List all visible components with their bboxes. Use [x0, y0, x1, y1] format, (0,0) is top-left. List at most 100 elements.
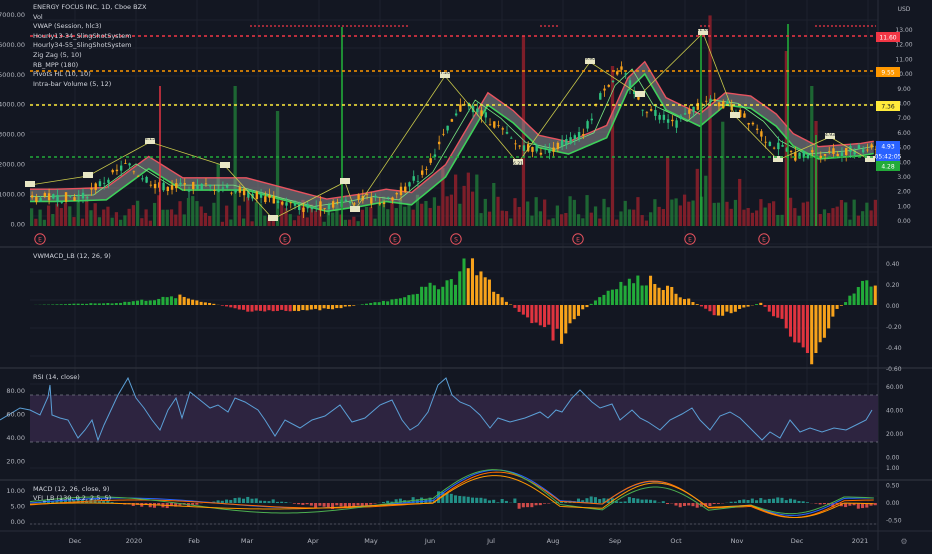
vwmacd-bar [568, 305, 571, 323]
rsi-label[interactable]: RSI (14, close) [33, 373, 80, 381]
macd-bar [691, 503, 694, 506]
macd-bar [454, 495, 457, 503]
vwmacd-bar [352, 305, 355, 306]
vwmacd-bar [717, 305, 720, 316]
vwmacd-bar [68, 304, 71, 305]
vwmacd-bar [348, 305, 351, 306]
vwmacd-bar [94, 303, 97, 305]
zigzag-line [30, 33, 870, 219]
macd-bar [874, 503, 877, 505]
vwmacd-bar [488, 280, 491, 305]
volume-bar [293, 220, 296, 226]
pivot-label-0: 4.15 [145, 136, 155, 142]
vwmacd-bar [250, 305, 253, 312]
macd-bar [522, 503, 525, 507]
macd-bar [221, 501, 224, 503]
indicator-vol[interactable]: Vol [33, 13, 146, 23]
indicator-pivots-hl[interactable]: Pivots HL (10, 10) [33, 70, 146, 80]
macd-bar [301, 503, 304, 505]
volume-bar [403, 207, 406, 226]
volume-bar [624, 201, 627, 226]
vwmacd-bar [759, 303, 762, 305]
candle-body [31, 195, 33, 197]
vwmacd-bar [810, 305, 813, 364]
volume-bar [149, 221, 152, 226]
candle-body [650, 109, 652, 111]
macd-bar [764, 500, 767, 503]
candle-body [680, 116, 682, 119]
candle-body [552, 148, 554, 152]
vwmacd-bar [276, 305, 279, 311]
volume-bar [424, 201, 427, 226]
candle-body [870, 144, 872, 147]
time-tick-4: Apr [307, 537, 319, 545]
macd-right-tick-3: -0.50 [886, 518, 902, 525]
candle-body [866, 150, 868, 151]
macd-label[interactable]: MACD (12, 26, close, 9) [33, 485, 109, 493]
volume-bar [433, 197, 436, 226]
volume-bar [119, 220, 122, 226]
vwmacd-bar [776, 305, 779, 318]
vwmacd-bar [318, 305, 321, 310]
vwmacd-bar [471, 258, 474, 305]
indicator-vwap[interactable]: VWAP (Session, hlc3) [33, 22, 146, 32]
indicator-slingshot-13-34[interactable]: Hourly13-34_SlingShotSystem [33, 32, 146, 42]
candle-body [116, 170, 118, 171]
candle-body [684, 113, 686, 114]
candle-body [574, 135, 576, 139]
volume-bar [585, 195, 588, 226]
macd-bar [340, 503, 343, 506]
vwmacd-bar [628, 279, 631, 305]
candle-body [629, 80, 631, 87]
volume-bar [263, 216, 266, 226]
volume-bar [653, 199, 656, 226]
symbol-title[interactable]: ENERGY FOCUS INC, 1D, Cboe BZX [33, 3, 146, 13]
vwmacd-bar [382, 301, 385, 305]
volume-bar [51, 214, 54, 226]
indicator-zigzag[interactable]: Zig Zag (5, 10) [33, 51, 146, 61]
vwmacd-bar [713, 305, 716, 315]
vwmacd-bar [280, 305, 283, 310]
volume-bar [602, 199, 605, 226]
volume-bar [619, 211, 622, 226]
macd-bar [272, 499, 275, 503]
volume-tick-4: 3000.00 [0, 131, 25, 139]
time-tick-8: Aug [547, 537, 560, 545]
vfi-label[interactable]: VFI_LB (130, 0.2, 2.5, 5) [33, 494, 111, 502]
candle-body [277, 201, 279, 203]
vwmacd-label[interactable]: VWMACD_LB (12, 26, 9) [33, 252, 111, 260]
candle-body [807, 155, 809, 158]
volume-bar [115, 212, 118, 226]
zigzag-pivot-6 [350, 206, 360, 212]
candle-body [370, 198, 372, 204]
volume-bar [539, 211, 542, 226]
volume-bar [348, 220, 351, 226]
indicator-intrabar-volume[interactable]: Intra-bar Volume (5, 12) [33, 80, 146, 90]
candle-body [637, 97, 639, 100]
candle-body [311, 207, 313, 209]
candle-body [404, 187, 406, 193]
candle-body [137, 176, 139, 177]
indicator-rb-mpp[interactable]: RB_MPP (180) [33, 61, 146, 71]
volume-bar [344, 220, 347, 226]
volume-bar [255, 202, 258, 226]
volume-bar [212, 203, 215, 226]
macd-bar [539, 503, 542, 505]
volume-bar [64, 203, 67, 226]
macd-bar [335, 503, 338, 505]
macd-bar [369, 503, 372, 505]
volume-tick-1: 6000.00 [0, 41, 25, 49]
volume-bar [68, 206, 71, 226]
volume-bar [691, 200, 694, 226]
macd-bar [373, 503, 376, 504]
candle-body [777, 143, 779, 149]
candle-body [582, 134, 584, 136]
candle-body [154, 184, 156, 188]
volume-bar [102, 210, 105, 226]
vwmacd-bar [679, 297, 682, 305]
volume-bar [683, 195, 686, 226]
macd-bar [819, 503, 822, 504]
vwmacd-bar [187, 299, 190, 305]
indicator-slingshot-34-55[interactable]: Hourly34-55_SlingShotSystem [33, 41, 146, 51]
vwmacd-bar [560, 305, 563, 344]
